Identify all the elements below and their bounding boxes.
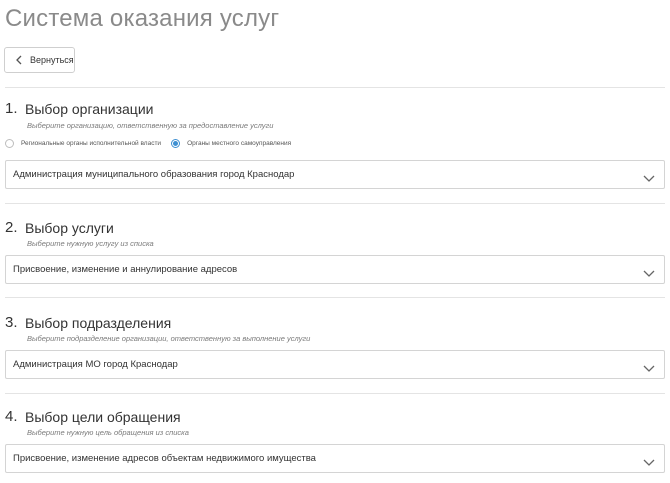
section-title: Выбор услуги bbox=[25, 220, 114, 236]
radio-regional[interactable] bbox=[5, 138, 14, 148]
chevron-down-icon bbox=[643, 170, 655, 182]
chevron-left-icon bbox=[13, 54, 25, 66]
organization-select[interactable]: Администрация муниципального образования… bbox=[5, 160, 665, 189]
section-service: 2. Выбор услуги Выберите нужную услугу и… bbox=[5, 219, 665, 289]
organization-type-radios: Региональные органы исполнительной власт… bbox=[5, 136, 291, 150]
divider bbox=[5, 393, 665, 394]
chevron-down-icon bbox=[643, 360, 655, 372]
back-button[interactable]: Вернуться bbox=[4, 47, 75, 73]
department-select-value: Администрация МО город Краснодар bbox=[13, 359, 178, 370]
chevron-down-icon bbox=[643, 265, 655, 277]
section-hint: Выберите нужную цель обращения из списка bbox=[27, 428, 189, 437]
divider bbox=[5, 87, 665, 88]
section-purpose: 4. Выбор цели обращения Выберите нужную … bbox=[5, 408, 665, 478]
radio-local-label[interactable]: Органы местного самоуправления bbox=[187, 140, 291, 147]
section-title: Выбор цели обращения bbox=[25, 409, 181, 425]
section-organization: 1. Выбор организации Выберите организаци… bbox=[5, 100, 665, 190]
section-hint: Выберите подразделение организации, отве… bbox=[27, 334, 311, 343]
radio-local[interactable] bbox=[171, 138, 181, 148]
section-number: 1. bbox=[5, 100, 18, 117]
section-number: 3. bbox=[5, 314, 18, 331]
section-hint: Выберите организацию, ответственную за п… bbox=[27, 121, 274, 130]
department-select[interactable]: Администрация МО город Краснодар bbox=[5, 350, 665, 379]
divider bbox=[5, 203, 665, 204]
back-button-label: Вернуться bbox=[30, 55, 74, 65]
organization-select-value: Администрация муниципального образования… bbox=[13, 169, 295, 180]
service-select[interactable]: Присвоение, изменение и аннулирование ад… bbox=[5, 255, 665, 284]
section-number: 2. bbox=[5, 219, 18, 236]
section-number: 4. bbox=[5, 408, 18, 425]
section-hint: Выберите нужную услугу из списка bbox=[27, 239, 154, 248]
section-title: Выбор организации bbox=[25, 101, 154, 117]
chevron-down-icon bbox=[643, 454, 655, 466]
divider bbox=[5, 297, 665, 298]
service-select-value: Присвоение, изменение и аннулирование ад… bbox=[13, 264, 238, 275]
section-title: Выбор подразделения bbox=[25, 315, 172, 331]
purpose-select[interactable]: Присвоение, изменение адресов объектам н… bbox=[5, 444, 665, 473]
radio-regional-label[interactable]: Региональные органы исполнительной власт… bbox=[21, 140, 161, 147]
purpose-select-value: Присвоение, изменение адресов объектам н… bbox=[13, 453, 316, 464]
section-department: 3. Выбор подразделения Выберите подразде… bbox=[5, 314, 665, 384]
page-title: Система оказания услуг bbox=[5, 5, 280, 32]
